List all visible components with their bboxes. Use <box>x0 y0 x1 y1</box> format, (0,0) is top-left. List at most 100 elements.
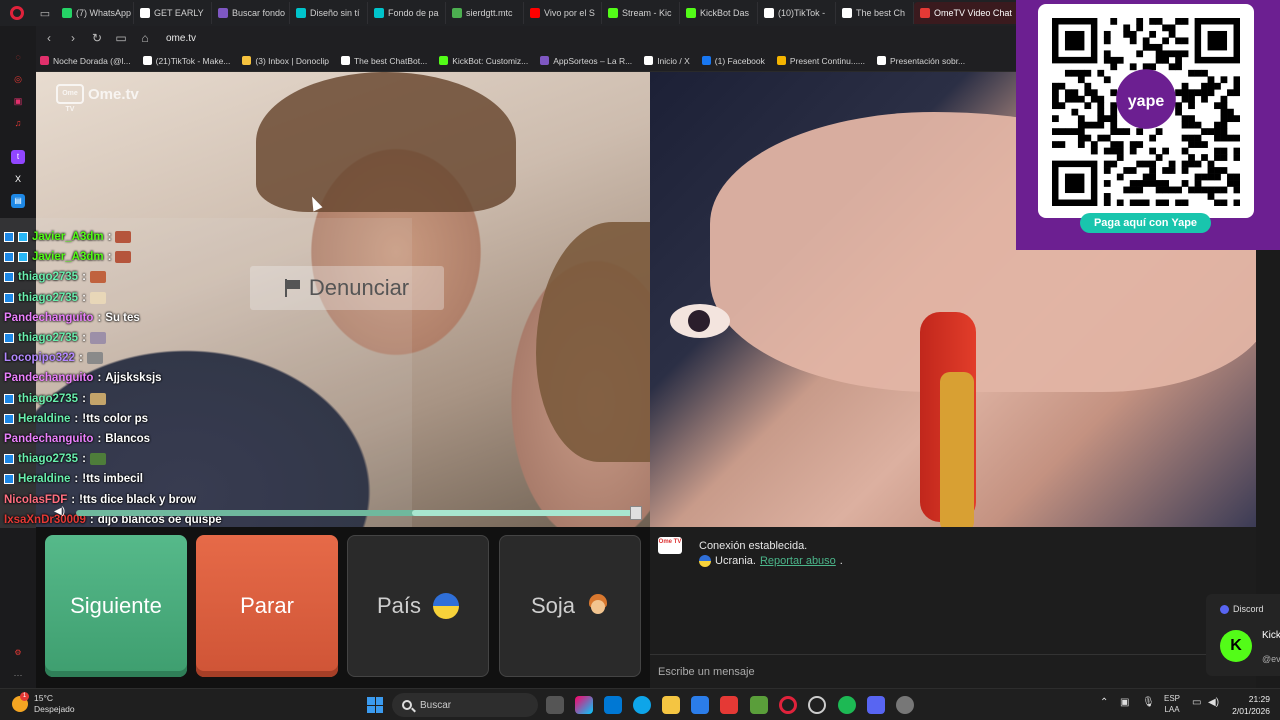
app-icon[interactable]: ▤ <box>11 194 25 208</box>
weather-widget[interactable]: 1 15°C Despejado <box>12 692 75 715</box>
clock[interactable]: 21:29 2/01/2026 <box>1222 693 1270 717</box>
discord-icon <box>1220 604 1229 614</box>
qr-module <box>1077 95 1085 103</box>
outlook-icon[interactable] <box>691 696 709 714</box>
browser-tab[interactable]: Diseño sin tí <box>290 2 368 24</box>
taskbar-search[interactable]: Buscar <box>392 693 538 717</box>
qr-module <box>1201 128 1208 135</box>
qr-module <box>1064 128 1072 135</box>
music-icon[interactable]: ♫ <box>11 116 25 130</box>
reload-icon[interactable]: ↻ <box>90 31 104 45</box>
taskbar: 1 15°C Despejado Buscar ⌃ ▣ 🎙 ESP LAA ▭ … <box>0 688 1280 720</box>
report-button[interactable]: Denunciar <box>250 266 444 310</box>
qr-module <box>1058 82 1066 90</box>
volume-slider-handle[interactable] <box>630 506 642 520</box>
tray-app-icon[interactable]: ▣ <box>1120 697 1129 708</box>
bookmark-item[interactable]: AppSorteos – La R... <box>540 56 632 66</box>
qr-module <box>1207 193 1215 200</box>
bookmark-item[interactable]: (21)TikTok - Make... <box>142 56 230 66</box>
browser-tab[interactable]: Fondo de pa <box>368 2 446 24</box>
video-eye <box>670 304 730 338</box>
volume-slider[interactable] <box>76 510 636 516</box>
qr-module <box>1123 30 1131 38</box>
qr-module <box>1097 134 1105 142</box>
browser-tab[interactable]: Buscar fondo <box>212 2 290 24</box>
wps-icon[interactable] <box>720 696 738 714</box>
qr-module <box>1155 186 1163 194</box>
x-icon[interactable]: X <box>11 172 25 186</box>
country-button[interactable]: País <box>347 535 489 677</box>
tab-favicon-icon <box>452 8 462 18</box>
bookmark-item[interactable]: (1) Facebook <box>701 56 765 66</box>
bookmark-item[interactable]: Present Continu...... <box>776 56 865 66</box>
opera-gx-icon[interactable] <box>808 696 826 714</box>
twitch-icon[interactable]: t <box>11 150 25 164</box>
camera-icon[interactable]: ▭ <box>114 31 128 45</box>
browser-tab[interactable]: The best Ch <box>836 2 914 24</box>
tray-chevron-icon[interactable]: ⌃ <box>1100 697 1108 708</box>
gender-button[interactable]: Soja <box>499 535 641 677</box>
bookmark-item[interactable]: KickBot: Customiz... <box>439 56 528 66</box>
next-button[interactable]: Siguiente <box>45 535 187 677</box>
forward-icon[interactable]: › <box>66 31 80 45</box>
chat-separator: : <box>107 231 112 243</box>
instagram-icon[interactable]: ▣ <box>11 94 25 108</box>
discord-sender: Kick <box>1262 630 1280 641</box>
browser-tab[interactable]: KickBot Das <box>680 2 758 24</box>
aria-icon[interactable]: ◎ <box>11 72 25 86</box>
minecraft-icon[interactable] <box>750 696 768 714</box>
browser-tab[interactable]: (7) WhatsApp <box>56 2 134 24</box>
discord-taskbar-icon[interactable] <box>867 696 885 714</box>
browser-tab[interactable]: sierdgtt.mtc <box>446 2 524 24</box>
qr-module <box>1162 56 1169 64</box>
qr-module <box>1168 160 1176 168</box>
report-abuse-link[interactable]: Reportar abuso <box>760 555 836 567</box>
qr-module <box>1214 134 1221 142</box>
qr-module <box>1071 95 1079 103</box>
qr-module <box>1071 69 1079 77</box>
browser-tab[interactable]: GET EARLY <box>134 2 212 24</box>
browser-tab[interactable]: Stream - Kic <box>602 2 680 24</box>
edge-icon[interactable] <box>633 696 651 714</box>
tab-favicon-icon <box>920 8 930 18</box>
back-icon[interactable]: ‹ <box>42 31 56 45</box>
tab-menu-icon[interactable]: ▭ <box>34 7 56 20</box>
settings-taskbar-icon[interactable] <box>896 696 914 714</box>
bookmark-item[interactable]: Inicio / X <box>644 56 690 66</box>
bookmark-item[interactable]: Noche Dorada (@l... <box>40 56 131 66</box>
file-explorer-icon[interactable] <box>662 696 680 714</box>
bookmark-item[interactable]: Presentación sobr... <box>877 56 965 66</box>
browser-tab[interactable]: (10)TikTok - <box>758 2 836 24</box>
browser-tab[interactable]: Vivo por el S <box>524 2 602 24</box>
language-indicator[interactable]: ESP LAA <box>1160 693 1184 715</box>
chat-separator: : <box>82 392 86 405</box>
task-view-icon[interactable] <box>546 696 564 714</box>
bookmark-item[interactable]: (3) Inbox | Donoclip <box>242 56 329 66</box>
start-button[interactable] <box>367 697 383 713</box>
copilot-icon[interactable] <box>575 696 593 714</box>
microphone-icon[interactable]: 🎙 <box>1142 697 1155 708</box>
chat-badge-icon <box>18 232 28 242</box>
qr-finder <box>1064 173 1085 194</box>
stop-button[interactable]: Parar <box>196 535 338 677</box>
network-icon[interactable]: ▭ <box>1192 697 1201 708</box>
qr-module <box>1052 95 1059 103</box>
messenger-icon[interactable]: ◌ <box>11 50 25 64</box>
qr-module <box>1129 141 1137 148</box>
settings-icon[interactable]: ⚙ <box>11 646 25 660</box>
bookmark-item[interactable]: The best ChatBot... <box>340 55 428 66</box>
qr-module <box>1181 160 1189 168</box>
opera-logo-icon[interactable] <box>0 0 34 26</box>
spotify-icon[interactable] <box>838 696 856 714</box>
speaker-icon[interactable]: ◀) <box>1208 697 1219 708</box>
message-input[interactable]: Escribe un mensaje <box>650 654 1256 688</box>
url-field[interactable]: ome.tv <box>166 33 196 44</box>
qr-module <box>1071 128 1079 135</box>
browser-tab[interactable]: OmeTV Video Chat <box>914 2 1024 24</box>
discord-notification[interactable]: Discord K Kick @ev <box>1206 594 1280 676</box>
bookmark-label: The best ChatBot... <box>353 55 428 66</box>
volume-icon[interactable]: ◀) <box>54 506 68 518</box>
more-icon[interactable]: ⋯ <box>11 668 25 682</box>
store-icon[interactable] <box>604 696 622 714</box>
opera-taskbar-icon[interactable] <box>779 696 797 714</box>
